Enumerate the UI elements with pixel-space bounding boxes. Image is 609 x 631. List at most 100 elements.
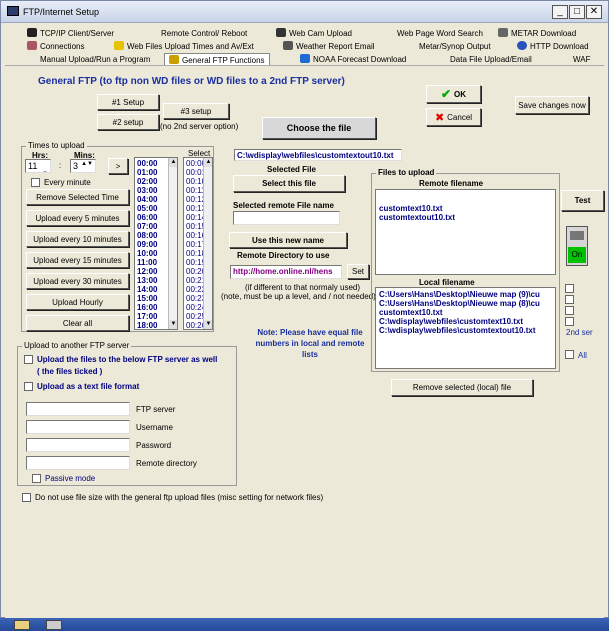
checkmark-icon: ✔ xyxy=(440,87,452,101)
passive-mode-checkbox[interactable] xyxy=(32,474,41,483)
local-file-item[interactable]: C:\wdisplay\webfiles\customtext10.txt xyxy=(379,317,552,326)
tab-weather-email[interactable]: Weather Report Email xyxy=(283,40,375,53)
scroll-down-icon[interactable]: ▼ xyxy=(204,320,212,329)
remote-name-input[interactable] xyxy=(233,211,340,225)
tab-remote-control[interactable]: Remote Control/ Reboot xyxy=(161,27,247,40)
all-label: All xyxy=(578,351,587,360)
tab-row-2: Connections Web Files Upload Times and A… xyxy=(1,40,608,53)
mins-spinner[interactable]: 3 ▲▼ xyxy=(70,159,96,173)
no-file-size-checkbox[interactable] xyxy=(22,493,31,502)
files-to-upload-group: Files to upload Remote filename customte… xyxy=(371,168,560,372)
ftp-icon xyxy=(169,55,179,64)
tab-row-1: TCP/IP Client/Server Remote Control/ Reb… xyxy=(1,27,608,40)
every-15-button[interactable]: Upload every 15 minutes xyxy=(26,252,129,268)
username-input[interactable] xyxy=(26,420,130,434)
password-input[interactable] xyxy=(26,438,130,452)
minute-list[interactable]: 00:00 00:01 00:10 00:11 00:12 00:13 00:14 00:15… xyxy=(183,157,213,330)
tab-tcpip[interactable]: TCP/IP Client/Server xyxy=(27,27,114,40)
setup-2-button[interactable]: #2 setup xyxy=(97,114,159,130)
spinner-arrows-icon[interactable]: ▲▼ xyxy=(81,161,93,167)
save-changes-button[interactable]: Save changes now xyxy=(515,96,589,114)
upload-files-checkbox[interactable] xyxy=(24,355,33,364)
minute-list-scrollbar[interactable]: ▲ ▼ xyxy=(203,158,212,329)
ok-button[interactable]: ✔ OK xyxy=(426,85,481,103)
tab-metar[interactable]: METAR Download xyxy=(498,27,576,40)
every-30-button[interactable]: Upload every 30 minutes xyxy=(26,273,129,289)
on-toggle[interactable]: On xyxy=(566,226,588,266)
hour-list[interactable]: 00:00 01:00 02:00 03:00 04:00 05:00 06:00 07:00… xyxy=(134,157,178,330)
setup-3-button[interactable]: #3 setup xyxy=(163,103,229,119)
text-format-checkbox[interactable] xyxy=(24,382,33,391)
clear-all-button[interactable]: Clear all xyxy=(26,315,129,331)
remote-file-item[interactable]: customtext10.txt xyxy=(379,204,552,213)
local-file-item[interactable]: C:\Users\Hans\Desktop\Nieuwe map (8)\cu xyxy=(379,299,552,308)
scroll-down-icon[interactable]: ▼ xyxy=(169,320,177,329)
remove-local-file-button[interactable]: Remove selected (local) file xyxy=(391,379,533,396)
tab-webcam[interactable]: Web Cam Upload xyxy=(276,27,352,40)
hour-list-scrollbar[interactable]: ▲ ▼ xyxy=(168,158,177,329)
ftp-server-label: FTP server xyxy=(136,405,176,414)
connections-icon xyxy=(27,41,37,50)
local-file-item[interactable]: customtext10.txt xyxy=(379,308,552,317)
files-to-upload-legend: Files to upload xyxy=(376,168,437,177)
no-2nd-server-label: (no 2nd server option) xyxy=(160,122,239,131)
remote-directory-label: Remote directory xyxy=(136,459,197,468)
local-file-4-checkbox[interactable] xyxy=(565,317,574,326)
local-file-list[interactable]: C:\Users\Hans\Desktop\Nieuwe map (9)\cu C… xyxy=(375,287,556,369)
setup-1-button[interactable]: #1 Setup xyxy=(97,94,159,110)
title-bar: FTP/Internet Setup _ □ ✕ xyxy=(1,1,608,23)
upload-files-label: Upload the files to the below FTP server… xyxy=(37,355,218,364)
app-icon xyxy=(7,6,19,16)
tab-connections[interactable]: Connections xyxy=(27,40,84,53)
remote-dir-input[interactable]: http://home.online.nl/hens xyxy=(230,265,342,279)
every-10-button[interactable]: Upload every 10 minutes xyxy=(26,231,129,247)
scroll-up-icon[interactable]: ▲ xyxy=(169,158,177,167)
files-ticked-label: ( the files ticked ) xyxy=(37,367,103,376)
select-this-file-button[interactable]: Select this file xyxy=(233,175,345,192)
scroll-up-icon[interactable]: ▲ xyxy=(204,158,212,167)
tab-web-search[interactable]: Web Page Word Search xyxy=(397,27,483,40)
tab-metar-synop[interactable]: Metar/Synop Output xyxy=(419,40,491,53)
local-file-2-checkbox[interactable] xyxy=(565,295,574,304)
colon-label: : xyxy=(59,161,62,170)
local-file-item[interactable]: C:\Users\Hans\Desktop\Nieuwe map (9)\cu xyxy=(379,290,552,299)
remote-directory-input[interactable] xyxy=(26,456,130,470)
taskbar xyxy=(0,618,609,631)
local-file-1-checkbox[interactable] xyxy=(565,284,574,293)
remote-file-item[interactable]: customtextout10.txt xyxy=(379,213,552,222)
remote-dir-label: Remote Directory to use xyxy=(237,251,330,260)
cancel-button[interactable]: ✖ Cancel xyxy=(426,108,481,126)
webfiles-icon xyxy=(114,41,124,50)
every-minute-checkbox[interactable] xyxy=(31,178,40,187)
test-button[interactable]: Test xyxy=(561,190,604,211)
maximize-button[interactable]: □ xyxy=(569,5,585,19)
selected-remote-label: Selected remote File name xyxy=(233,201,334,210)
remove-selected-time-button[interactable]: Remove Selected Time xyxy=(26,189,129,205)
upload-other-server-group: Upload to another FTP server Upload the … xyxy=(17,341,237,486)
upload-hourly-button[interactable]: Upload Hourly xyxy=(26,294,129,310)
general-ftp-panel: General FTP (to ftp non WD files or WD f… xyxy=(5,65,604,618)
no-file-size-label: Do not use file size with the general ft… xyxy=(35,493,324,502)
all-checkbox[interactable] xyxy=(565,350,574,359)
noaa-icon xyxy=(300,54,310,63)
set-button[interactable]: Set xyxy=(347,264,369,279)
remote-file-list[interactable]: customtext10.txt customtextout10.txt xyxy=(375,189,556,275)
hrs-spinner[interactable]: 11▲▼ xyxy=(25,159,51,173)
use-new-name-button[interactable]: Use this new name xyxy=(229,232,347,248)
add-time-button[interactable]: > xyxy=(108,158,128,174)
local-file-3-checkbox[interactable] xyxy=(565,306,574,315)
minimize-button[interactable]: _ xyxy=(552,5,568,19)
tab-http[interactable]: HTTP Download xyxy=(517,40,589,53)
ftp-setup-window: FTP/Internet Setup _ □ ✕ TCP/IP Client/S… xyxy=(0,0,609,618)
ftp-server-input[interactable] xyxy=(26,402,130,416)
file-path-field[interactable]: C:\wdisplay\webfiles\customtextout10.txt xyxy=(234,149,402,161)
tab-web-files[interactable]: Web Files Upload Times and Av/Ext xyxy=(114,40,254,53)
spinner-arrows-icon[interactable]: ▲▼ xyxy=(36,171,48,172)
local-file-item[interactable]: C:\wdisplay\webfiles\customtextout10.txt xyxy=(379,326,552,335)
taskbar-app-icon[interactable] xyxy=(46,620,62,630)
every-5-button[interactable]: Upload every 5 minutes xyxy=(26,210,129,226)
close-button[interactable]: ✕ xyxy=(586,5,602,19)
taskbar-folder-icon[interactable] xyxy=(14,620,30,630)
choose-file-button[interactable]: Choose the file xyxy=(262,117,376,139)
on-indicator: On xyxy=(568,247,586,263)
